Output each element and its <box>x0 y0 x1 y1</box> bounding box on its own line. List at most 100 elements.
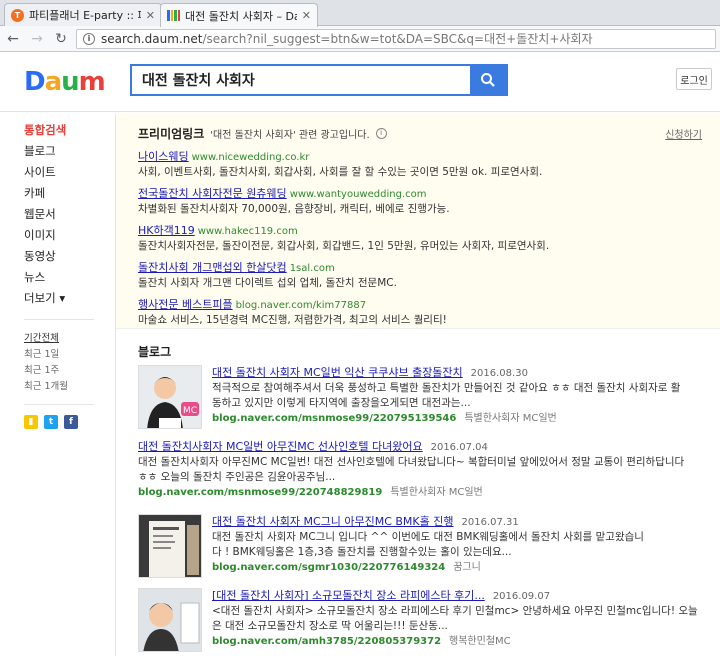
ad-item: 돌잔치사회 개그맨섭외 한살닷컴 1sal.com 돌잔치 사회자 개그맨 다이렉… <box>138 260 720 290</box>
reload-icon[interactable]: ↻ <box>52 31 70 47</box>
blog-post: MC 대전 돌잔치 사회자 MC일번 익산 쿠쿠샤브 출장돌잔치 2016.08.… <box>138 365 720 439</box>
daum-logo[interactable]: Daum <box>24 67 106 97</box>
search-button[interactable] <box>470 66 506 94</box>
ad-item: 행사전문 베스트피플 blog.naver.com/kim77887 마술쇼 서비… <box>138 297 720 327</box>
post-snippet: 은 대전 소규모돌잔치 장소로 딱 어울리는!!! 둔산동... <box>212 620 448 632</box>
search-input[interactable] <box>132 66 470 94</box>
ad-url[interactable]: blog.naver.com/kim77887 <box>236 300 367 311</box>
blog-post: 대전 돌잔치 사회자 MC그니 아무진MC BMK홀 진행 2016.07.31 … <box>138 514 720 588</box>
ad-url[interactable]: www.wantyouwedding.com <box>290 189 427 200</box>
ad-item: HK하객119 www.hakec119.com 돌잔치사회자전문, 돌잔이전문,… <box>138 223 720 253</box>
ad-url[interactable]: www.nicewedding.co.kr <box>192 152 310 163</box>
period-all[interactable]: 기간전체 <box>24 330 115 346</box>
post-url[interactable]: blog.naver.com/msnmose99/220795139546 <box>212 413 456 424</box>
facebook-share-icon[interactable]: f <box>64 415 78 429</box>
ad-title-link[interactable]: 돌잔치사회 개그맨섭외 한살닷컴 <box>138 261 287 274</box>
blog-name[interactable]: 특별한사회자 MC일번 <box>390 487 482 498</box>
forward-arrow-icon[interactable]: → <box>28 31 46 47</box>
section-title: 블로그 <box>138 345 172 359</box>
ad-description: 돌잔치사회자전문, 돌잔이전문, 회갑사회, 회갑밴드, 1인 5만원, 유머있… <box>138 240 550 252</box>
close-tab-icon[interactable]: ✕ <box>302 9 311 22</box>
twitter-share-icon[interactable]: t <box>44 415 58 429</box>
ad-url[interactable]: 1sal.com <box>290 263 335 274</box>
sidebar-item-site[interactable]: 사이트 <box>24 162 115 183</box>
category-list: 통합검색 블로그 사이트 카페 웹문서 이미지 동영상 뉴스 더보기 ▾ <box>0 114 115 309</box>
logo-letter: u <box>61 67 79 97</box>
post-title-link[interactable]: 대전 돌잔치사회자 MC일번 아무진MC 선사인호텔 다녀왔어요 <box>138 440 423 453</box>
search-icon <box>481 73 495 87</box>
sidebar-item-image[interactable]: 이미지 <box>24 225 115 246</box>
ad-url[interactable]: www.hakec119.com <box>198 226 298 237</box>
post-title-link[interactable]: [대전 돌잔치 사회자] 소규모돌잔치 장소 라피에스타 후기... <box>212 589 485 602</box>
logo-letter: m <box>78 67 106 97</box>
period-option[interactable]: 최근 1일 <box>24 346 115 362</box>
tab-title: 대전 돌잔치 사회자 – Da <box>185 9 297 23</box>
ad-title-link[interactable]: 나이스웨딩 <box>138 150 189 163</box>
sidebar-item-video[interactable]: 동영상 <box>24 246 115 267</box>
ad-title-link[interactable]: HK하객119 <box>138 224 195 237</box>
sidebar-item-news[interactable]: 뉴스 <box>24 267 115 288</box>
browser-toolbar: ← → ↻ i search.daum.net/search?nil_sugge… <box>0 26 720 52</box>
ad-item: 나이스웨딩 www.nicewedding.co.kr 사회, 이벤트사회, 돌잔… <box>138 149 720 179</box>
browser-tab-1[interactable]: T 파티플래너 E-party :: 파 ✕ <box>4 3 162 26</box>
post-snippet: ㅎㅎ 오늘의 돌잔치 주인공은 김윤아공주님... <box>138 471 336 483</box>
daum-header: Daum 로그인 <box>0 52 720 112</box>
blog-results-section: 블로그 MC 대전 돌잔치 사회자 MC일번 익산 쿠쿠샤브 출장돌잔치 2016… <box>116 329 720 662</box>
post-title-link[interactable]: 대전 돌잔치 사회자 MC일번 익산 쿠쿠샤브 출장돌잔치 <box>212 366 463 379</box>
premium-title: 프리미엄링크 <box>138 126 205 141</box>
site-info-icon[interactable]: i <box>83 32 95 45</box>
post-url[interactable]: blog.naver.com/sgmr1030/220776149324 <box>212 562 445 573</box>
ad-description: 사회, 이벤트사회, 돌잔치사회, 회갑사회, 사회를 잘 할 수있는 곳이면 … <box>138 166 543 178</box>
ad-title-link[interactable]: 행사전문 베스트피플 <box>138 298 233 311</box>
ad-description: 차별화된 돌잔치사회자 70,000원, 음향장비, 캐릭터, 베에로 진행가능… <box>138 203 450 215</box>
blog-name[interactable]: 꿈그니 <box>453 562 481 573</box>
post-title-link[interactable]: 대전 돌잔치 사회자 MC그니 아무진MC BMK홀 진행 <box>212 515 454 528</box>
sidebar-item-webdoc[interactable]: 웹문서 <box>24 204 115 225</box>
sidebar-item-more[interactable]: 더보기 ▾ <box>24 288 115 309</box>
premium-header: 프리미엄링크 '대전 돌잔치 사회자' 관련 광고입니다. i <box>138 124 720 142</box>
period-option[interactable]: 최근 1개월 <box>24 378 115 394</box>
blog-post: 대전 돌잔치사회자 MC일번 아무진MC 선사인호텔 다녀왔어요 2016.07.… <box>138 439 720 514</box>
post-thumbnail[interactable] <box>138 514 202 578</box>
url-path: /search?nil_suggest=btn&w=tot&DA=SBC&q=대… <box>202 32 593 46</box>
logo-letter: D <box>24 67 46 97</box>
apply-link[interactable]: 신청하기 <box>665 126 702 141</box>
svg-text:MC: MC <box>183 406 197 416</box>
sidebar-item-total[interactable]: 통합검색 <box>24 120 115 141</box>
post-thumbnail[interactable]: MC <box>138 365 202 429</box>
address-bar[interactable]: i search.daum.net/search?nil_suggest=btn… <box>76 28 716 49</box>
post-url[interactable]: blog.naver.com/msnmose99/220748829819 <box>138 487 382 498</box>
post-thumbnail[interactable] <box>138 588 202 652</box>
tab-title: 파티플래너 E-party :: 파 <box>29 9 141 22</box>
period-option[interactable]: 최근 1주 <box>24 362 115 378</box>
post-snippet: 적극적으로 참여해주셔서 더욱 풍성하고 특별한 돌잔치가 만들어진 것 같아요… <box>212 382 681 394</box>
logo-text: Daum <box>24 67 106 97</box>
search-form <box>130 64 508 96</box>
browser-tabstrip: T 파티플래너 E-party :: 파 ✕ 대전 돌잔치 사회자 – Da ✕ <box>0 0 720 27</box>
ad-title-link[interactable]: 전국돌잔치 사회자전문 원츄웨딩 <box>138 187 287 200</box>
logo-letter: a <box>44 67 63 97</box>
blog-name[interactable]: 행복한민철MC <box>449 636 511 647</box>
post-date: 2016.08.30 <box>470 368 528 379</box>
post-snippet: 다 ! BMK웨딩홀은 1층,3층 돌잔치를 진행할수있는 홀이 있는데요... <box>212 546 512 558</box>
login-button[interactable]: 로그인 <box>676 68 712 90</box>
ad-description: 마술쇼 서비스, 15년경력 MC진행, 저렴한가격, 최고의 서비스 퀄리티! <box>138 314 447 326</box>
daum-favicon-icon <box>167 10 180 21</box>
blog-name[interactable]: 특별한사회자 MC일번 <box>464 413 556 424</box>
post-date: 2016.07.04 <box>430 442 488 453</box>
banner-photo-icon <box>139 515 201 577</box>
sidebar-item-blog[interactable]: 블로그 <box>24 141 115 162</box>
post-snippet: 대전 돌잔치사회자 아무진MC MC일번! 대전 선사인호텔에 다녀왔답니다~ … <box>138 456 685 468</box>
ad-item: 전국돌잔치 사회자전문 원츄웨딩 www.wantyouwedding.com 차… <box>138 186 720 216</box>
post-url[interactable]: blog.naver.com/amh3785/220805379372 <box>212 636 441 647</box>
browser-tab-2[interactable]: 대전 돌잔치 사회자 – Da ✕ <box>160 3 318 27</box>
search-category-sidebar: 통합검색 블로그 사이트 카페 웹문서 이미지 동영상 뉴스 더보기 ▾ 기간전… <box>0 114 116 656</box>
sidebar-item-cafe[interactable]: 카페 <box>24 183 115 204</box>
back-arrow-icon[interactable]: ← <box>4 31 22 47</box>
info-icon[interactable]: i <box>375 127 387 139</box>
person-photo-icon <box>139 589 201 651</box>
close-tab-icon[interactable]: ✕ <box>146 9 155 22</box>
kakaostory-share-icon[interactable]: ▮ <box>24 415 38 429</box>
url-host: search.daum.net <box>101 32 203 46</box>
blog-post: [대전 돌잔치 사회자] 소규모돌잔치 장소 라피에스타 후기... 2016.0… <box>138 588 720 662</box>
